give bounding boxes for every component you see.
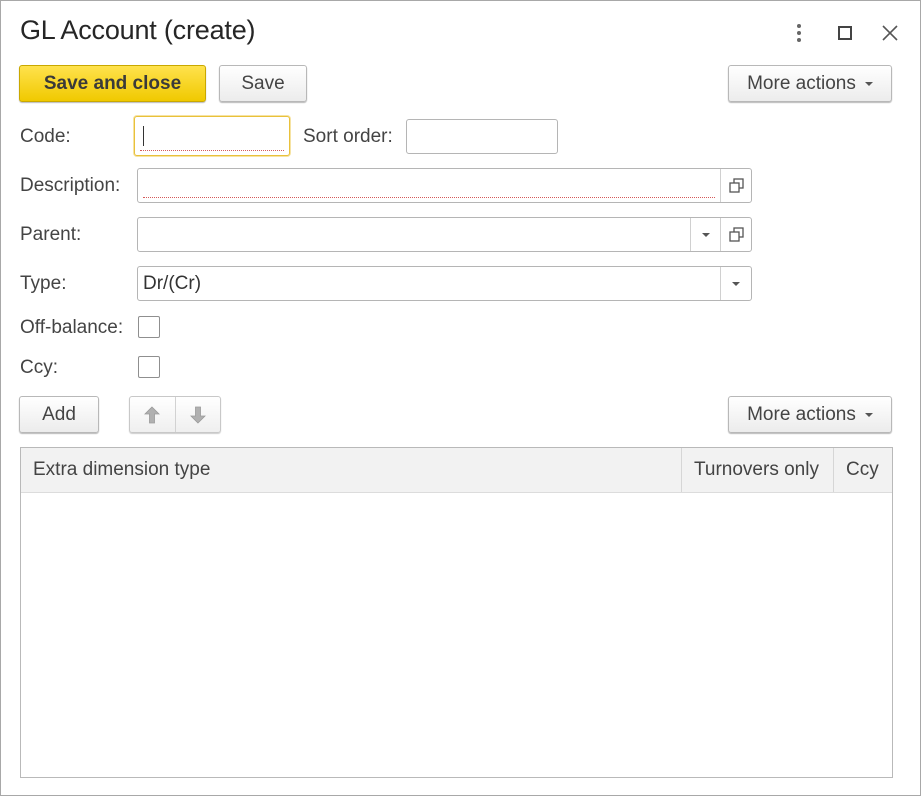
column-header-ccy[interactable]: Ccy — [833, 448, 892, 492]
save-button[interactable]: Save — [219, 65, 307, 102]
required-underline — [143, 197, 715, 198]
description-input[interactable] — [137, 168, 752, 203]
save-and-close-button[interactable]: Save and close — [19, 65, 206, 102]
chevron-down-icon — [732, 281, 740, 286]
table-more-actions-button[interactable]: More actions — [728, 396, 892, 433]
chevron-down-icon — [702, 232, 710, 237]
open-form-icon — [728, 178, 744, 193]
type-dropdown-button[interactable] — [720, 267, 751, 300]
parent-dropdown-button[interactable] — [690, 218, 721, 251]
off-balance-label: Off-balance: — [20, 317, 124, 338]
open-form-icon — [728, 227, 744, 242]
type-label: Type: — [20, 273, 67, 294]
move-up-button[interactable] — [130, 397, 175, 432]
move-down-button[interactable] — [174, 397, 221, 432]
window-close-button[interactable] — [875, 18, 905, 48]
maximize-icon — [838, 26, 852, 40]
add-button[interactable]: Add — [19, 396, 99, 433]
arrow-up-icon — [144, 405, 161, 423]
window-maximize-button[interactable] — [830, 18, 860, 48]
more-actions-button[interactable]: More actions — [728, 65, 892, 102]
description-label: Description: — [20, 175, 121, 196]
parent-label: Parent: — [20, 224, 82, 245]
move-buttons-group — [129, 396, 221, 433]
parent-input[interactable] — [137, 217, 752, 252]
gl-account-window: GL Account (create) Save and close Save … — [0, 0, 921, 796]
table-header: Extra dimension type Turnovers only Ccy — [21, 448, 892, 493]
sort-order-input[interactable] — [406, 119, 558, 154]
column-header-extra-dimension-type[interactable]: Extra dimension type — [21, 448, 681, 492]
window-more-button[interactable] — [784, 18, 814, 48]
parent-open-button[interactable] — [720, 218, 751, 251]
code-label: Code: — [20, 126, 71, 147]
arrow-down-icon — [189, 406, 206, 424]
extra-dimensions-table[interactable]: Extra dimension type Turnovers only Ccy — [20, 447, 893, 778]
more-actions-label: More actions — [747, 72, 856, 94]
description-open-button[interactable] — [720, 169, 751, 202]
required-underline — [140, 150, 284, 151]
more-actions-label: More actions — [747, 403, 856, 425]
ccy-checkbox[interactable] — [138, 356, 160, 378]
column-header-turnovers-only[interactable]: Turnovers only — [681, 448, 833, 492]
sort-order-label: Sort order: — [303, 126, 393, 147]
ccy-label: Ccy: — [20, 357, 58, 378]
type-select[interactable]: Dr/(Cr) — [137, 266, 752, 301]
code-input[interactable] — [134, 116, 290, 156]
off-balance-checkbox[interactable] — [138, 316, 160, 338]
more-vertical-icon — [797, 24, 801, 42]
type-value: Dr/(Cr) — [143, 273, 202, 294]
chevron-down-icon — [864, 81, 873, 86]
text-cursor — [143, 126, 144, 146]
close-icon — [882, 25, 898, 41]
window-title: GL Account (create) — [20, 15, 256, 45]
chevron-down-icon — [864, 412, 873, 417]
